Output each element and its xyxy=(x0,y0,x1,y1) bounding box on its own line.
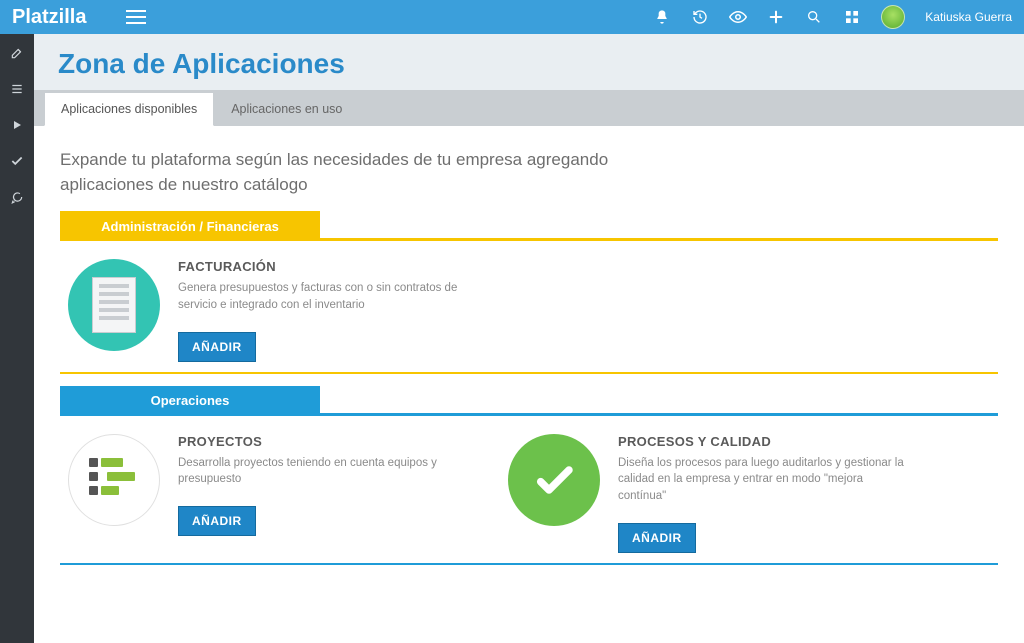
app-text: PROCESOS Y CALIDAD Diseña los procesos p… xyxy=(618,434,908,553)
category-title-adminfin: Administración / Financieras xyxy=(60,211,320,241)
category-footer-operaciones xyxy=(60,563,998,565)
gantt-icon xyxy=(68,434,160,526)
app-card-facturacion: FACTURACIÓN Genera presupuestos y factur… xyxy=(68,259,468,361)
edit-icon[interactable] xyxy=(8,44,26,62)
username-label[interactable]: Katiuska Guerra xyxy=(925,10,1012,24)
category-header-adminfin: Administración / Financieras xyxy=(60,211,998,241)
list-icon[interactable] xyxy=(8,80,26,98)
page-header: Zona de Aplicaciones xyxy=(34,34,1024,90)
app-desc: Diseña los procesos para luego auditarlo… xyxy=(618,455,908,505)
category-body-operaciones: PROYECTOS Desarrolla proyectos teniendo … xyxy=(60,416,998,559)
tabs: Aplicaciones disponibles Aplicaciones en… xyxy=(34,90,1024,126)
chat-icon[interactable] xyxy=(8,188,26,206)
app-title: PROCESOS Y CALIDAD xyxy=(618,434,908,449)
page: Zona de Aplicaciones Aplicaciones dispon… xyxy=(34,34,1024,643)
app-title: PROYECTOS xyxy=(178,434,468,449)
intro-text: Expande tu plataforma según las necesida… xyxy=(60,148,620,197)
app-text: PROYECTOS Desarrolla proyectos teniendo … xyxy=(178,434,468,553)
eye-icon[interactable] xyxy=(729,8,747,26)
page-title: Zona de Aplicaciones xyxy=(58,48,1024,80)
topbar-right: Katiuska Guerra xyxy=(653,5,1012,29)
add-button-facturacion[interactable]: AÑADIR xyxy=(178,332,256,362)
app-text: FACTURACIÓN Genera presupuestos y factur… xyxy=(178,259,468,361)
invoice-icon xyxy=(68,259,160,351)
apps-grid-icon[interactable] xyxy=(843,8,861,26)
brand-logo[interactable]: Platzilla xyxy=(12,6,86,29)
category-title-operaciones: Operaciones xyxy=(60,386,320,416)
content: Expande tu plataforma según las necesida… xyxy=(34,126,1024,643)
category-line xyxy=(320,413,998,416)
add-button-procesos[interactable]: AÑADIR xyxy=(618,523,696,553)
left-rail xyxy=(0,34,34,643)
menu-toggle-icon[interactable] xyxy=(126,10,146,24)
play-icon[interactable] xyxy=(8,116,26,134)
search-icon[interactable] xyxy=(805,8,823,26)
avatar[interactable] xyxy=(881,5,905,29)
plus-icon[interactable] xyxy=(767,8,785,26)
topbar: Platzilla Katiuska Guerra xyxy=(0,0,1024,34)
check-icon[interactable] xyxy=(8,152,26,170)
app-title: FACTURACIÓN xyxy=(178,259,468,274)
app-desc: Desarrolla proyectos teniendo en cuenta … xyxy=(178,455,468,488)
tab-inuse[interactable]: Aplicaciones en uso xyxy=(214,92,359,126)
history-icon[interactable] xyxy=(691,8,709,26)
app-card-proyectos: PROYECTOS Desarrolla proyectos teniendo … xyxy=(68,434,468,553)
checkmark-icon xyxy=(508,434,600,526)
app-card-procesos: PROCESOS Y CALIDAD Diseña los procesos p… xyxy=(508,434,908,553)
category-line xyxy=(320,238,998,241)
category-body-adminfin: FACTURACIÓN Genera presupuestos y factur… xyxy=(60,241,998,367)
add-button-proyectos[interactable]: AÑADIR xyxy=(178,506,256,536)
category-footer-adminfin xyxy=(60,372,998,374)
tab-available[interactable]: Aplicaciones disponibles xyxy=(44,92,214,126)
bell-icon[interactable] xyxy=(653,8,671,26)
app-desc: Genera presupuestos y facturas con o sin… xyxy=(178,280,468,313)
category-header-operaciones: Operaciones xyxy=(60,386,998,416)
